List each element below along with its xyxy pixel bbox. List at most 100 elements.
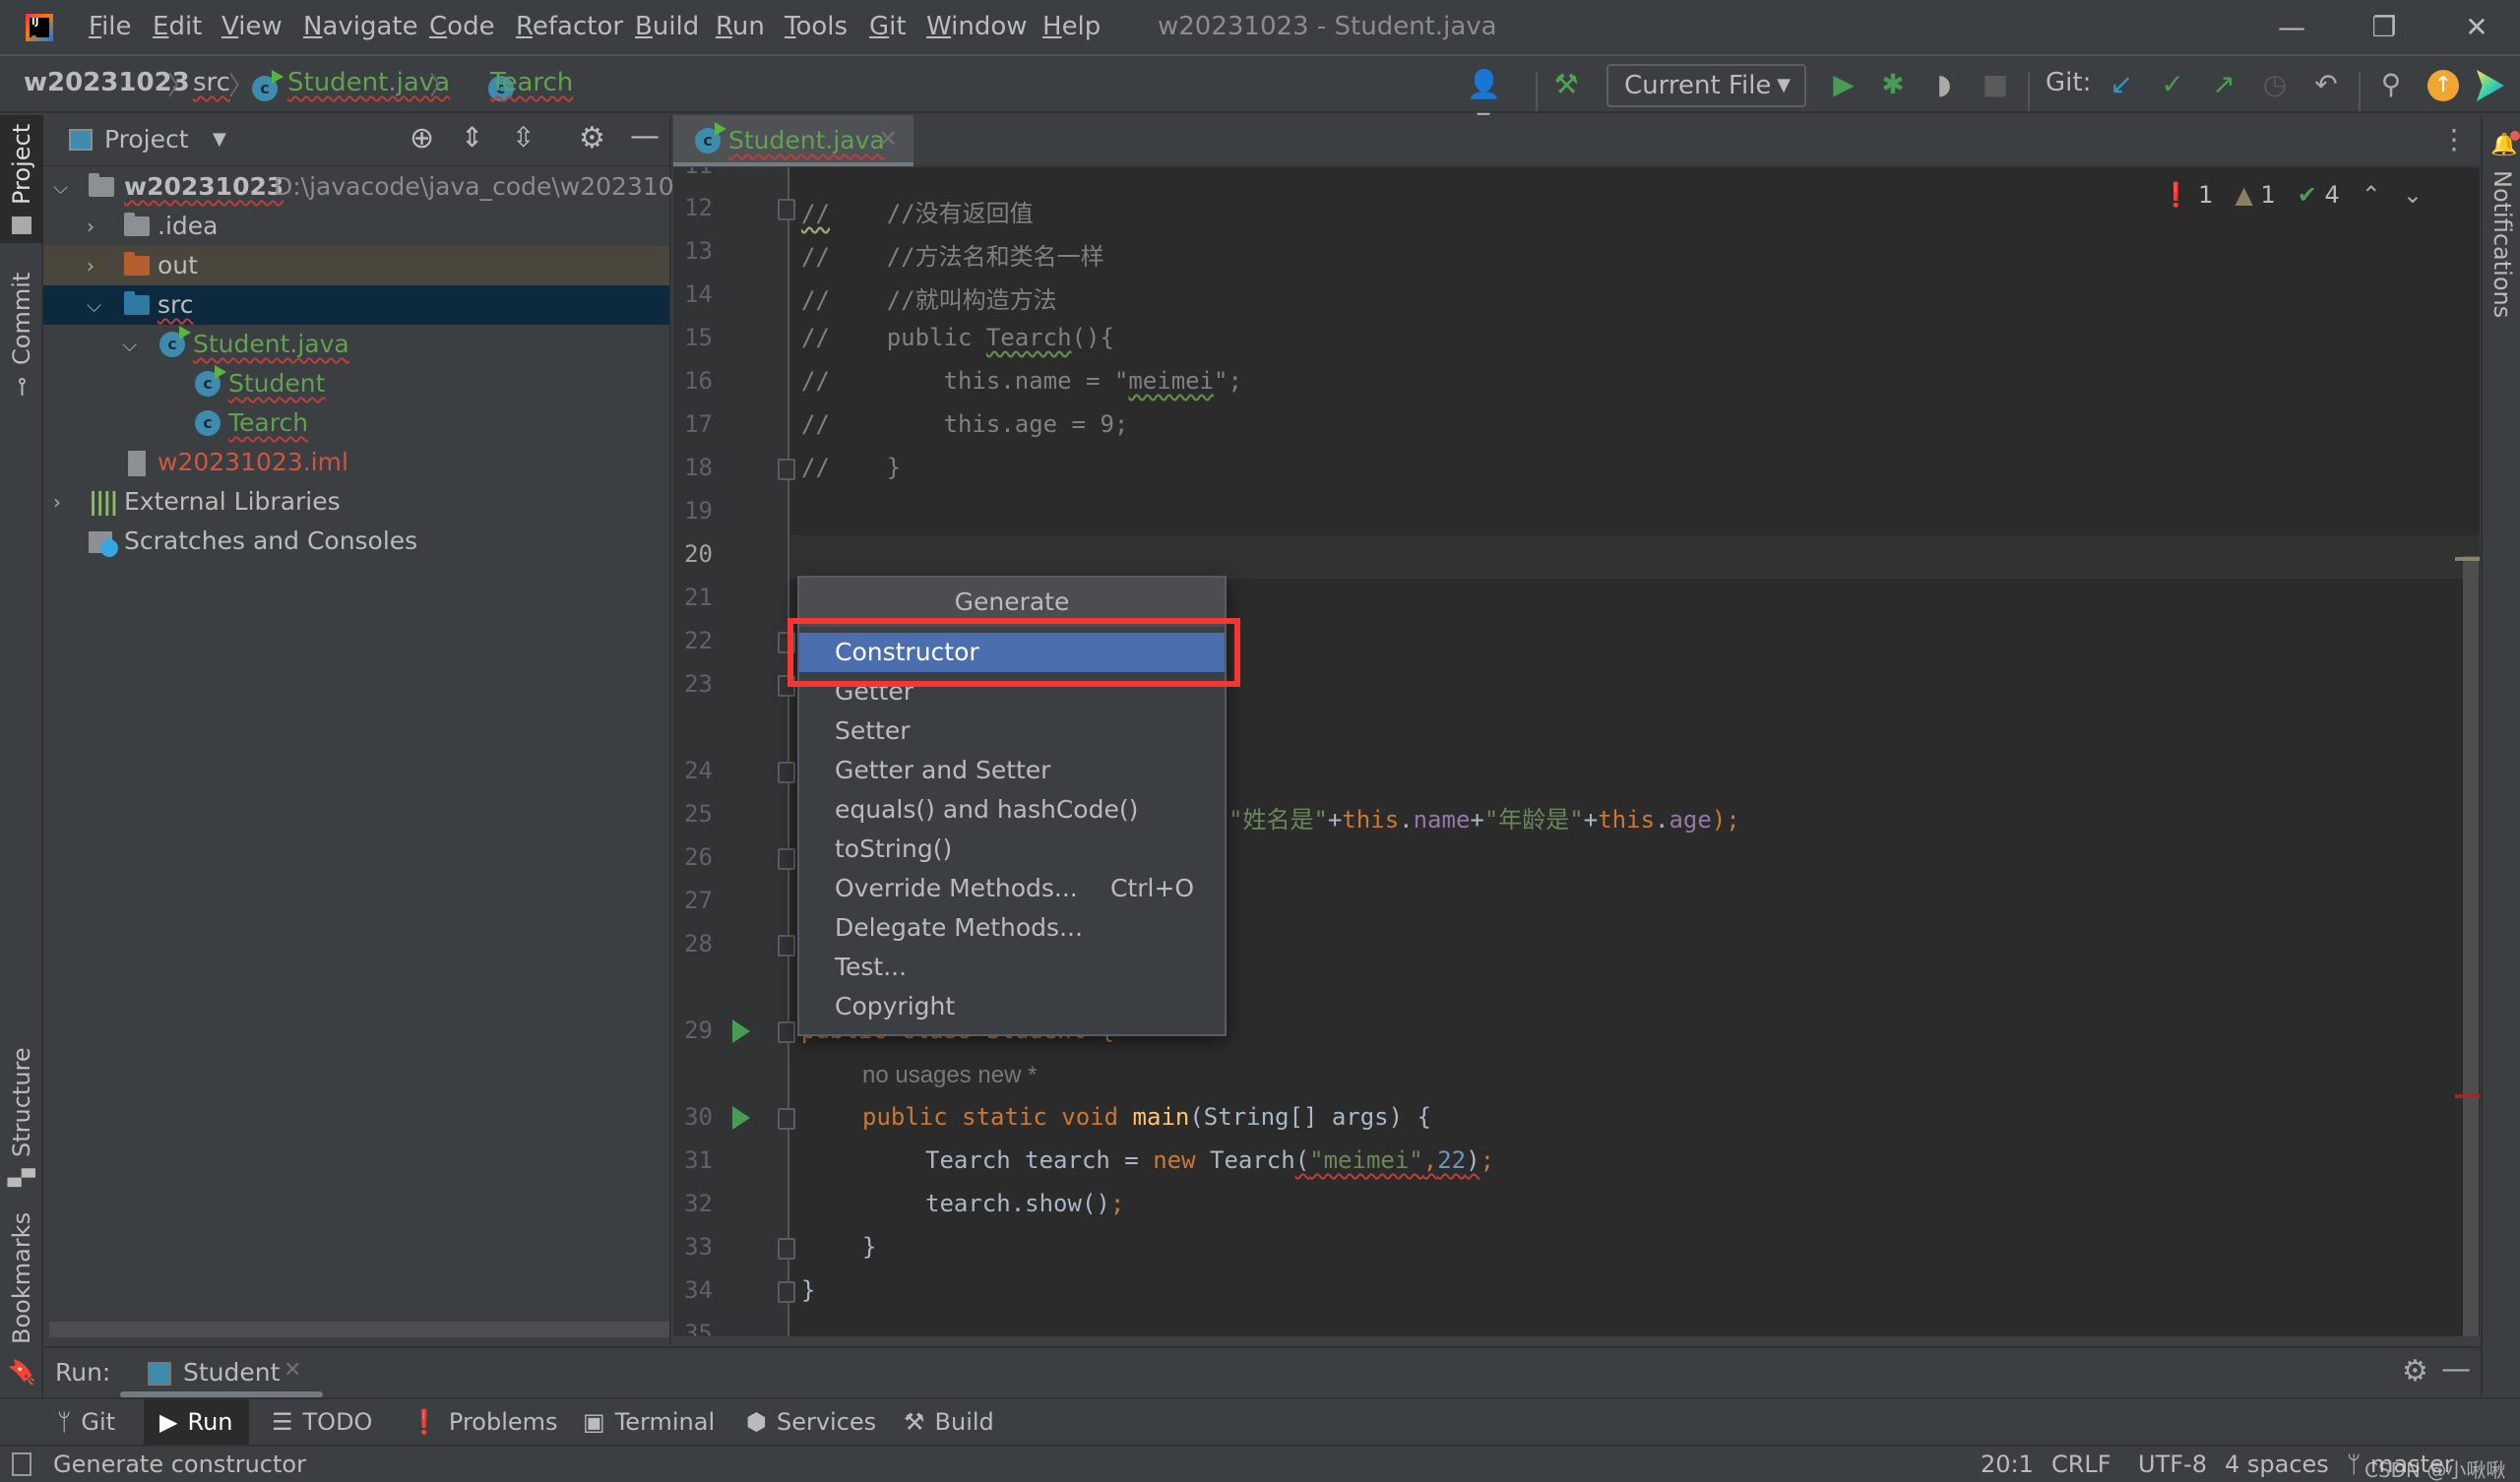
- inspection-widget[interactable]: ❗ 1 ▲ 1 ✔ 4 ⌃ ⌄: [2162, 181, 2423, 209]
- hide-panel-icon[interactable]: —: [2441, 1352, 2471, 1387]
- indent-setting[interactable]: 4 spaces: [2225, 1451, 2329, 1478]
- popup-item-getter-and-setter[interactable]: Getter and Setter: [799, 751, 1225, 790]
- run-class-gutter-icon[interactable]: [732, 1019, 750, 1043]
- fold-marker[interactable]: [778, 1021, 795, 1043]
- restore-button[interactable]: ❐: [2355, 8, 2414, 47]
- error-count[interactable]: ❗ 1: [2162, 181, 2214, 209]
- git-commit-check-icon[interactable]: ✓: [2156, 68, 2189, 101]
- warning-count[interactable]: ▲ 1: [2235, 181, 2275, 209]
- popup-item-copyright[interactable]: Copyright: [799, 987, 1225, 1026]
- file-encoding[interactable]: UTF-8: [2138, 1451, 2207, 1478]
- weak-warning-count[interactable]: ✔ 4: [2298, 181, 2340, 209]
- tree-item-module[interactable]: ⌵ w20231023 D:\javacode\java_code\w20231…: [43, 167, 705, 207]
- more-options-icon[interactable]: ⋮: [2440, 123, 2468, 155]
- breadcrumb-src[interactable]: src: [193, 68, 230, 97]
- run-configuration-select[interactable]: Current File ▼: [1606, 64, 1806, 107]
- breadcrumb-file[interactable]: Student.java: [287, 68, 450, 97]
- menu-code[interactable]: Code: [429, 12, 495, 41]
- popup-item-test[interactable]: Test...: [799, 948, 1225, 987]
- git-history-clock-icon[interactable]: ◷: [2258, 68, 2292, 101]
- tool-tab-project[interactable]: Project: [0, 115, 43, 243]
- next-highlight-icon[interactable]: ⌄: [2403, 181, 2423, 209]
- menu-tools[interactable]: Tools: [785, 12, 848, 41]
- tree-item-tearch-class[interactable]: c Tearch: [43, 403, 669, 443]
- fold-marker[interactable]: [778, 935, 795, 957]
- previous-highlight-icon[interactable]: ⌃: [2362, 181, 2381, 209]
- tree-item-student-class[interactable]: c Student: [43, 364, 669, 403]
- fold-marker[interactable]: [778, 1108, 795, 1130]
- menu-build[interactable]: Build: [635, 12, 699, 41]
- menu-view[interactable]: View: [221, 12, 283, 41]
- vertical-scrollbar[interactable]: [2463, 556, 2479, 1336]
- expand-all-icon[interactable]: ⇕: [461, 121, 483, 154]
- close-button[interactable]: ✕: [2447, 8, 2506, 47]
- run-tab-student[interactable]: Student: [183, 1358, 280, 1387]
- tool-window-todo[interactable]: ☰ TODO: [256, 1399, 388, 1445]
- error-stripe-marker[interactable]: [2455, 1094, 2480, 1098]
- fold-marker[interactable]: [778, 848, 795, 870]
- stop-icon[interactable]: ■: [1979, 68, 2012, 101]
- tree-item-iml[interactable]: w20231023.iml: [43, 443, 669, 482]
- debug-bug-icon[interactable]: ✱: [1876, 68, 1910, 101]
- tool-tab-structure[interactable]: ▚ Structure: [0, 1043, 43, 1191]
- coverage-icon[interactable]: ◗: [1927, 68, 1961, 101]
- tool-tab-commit[interactable]: ⊸ Commit: [0, 266, 43, 403]
- popup-item-tostring[interactable]: toString(): [799, 830, 1225, 869]
- git-push-icon[interactable]: ↗: [2207, 68, 2240, 101]
- toggle-tool-windows-icon[interactable]: [12, 1452, 32, 1476]
- menu-window[interactable]: Window: [926, 12, 1028, 41]
- collapse-all-icon[interactable]: ⇳: [512, 121, 535, 154]
- menu-file[interactable]: File: [89, 12, 132, 41]
- fold-marker[interactable]: [778, 1238, 795, 1260]
- hide-panel-icon[interactable]: —: [630, 119, 660, 154]
- breadcrumb-class[interactable]: Tearch: [490, 68, 573, 97]
- tree-item-student-java[interactable]: ⌵ c Student.java: [43, 325, 669, 364]
- chevron-down-icon[interactable]: ▼: [213, 129, 226, 150]
- menu-edit[interactable]: Edit: [153, 12, 202, 41]
- project-view-title[interactable]: Project: [104, 125, 189, 154]
- popup-item-delegate-methods[interactable]: Delegate Methods...: [799, 908, 1225, 948]
- user-icon[interactable]: 👤▾: [1467, 68, 1501, 134]
- git-rollback-icon[interactable]: ↶: [2309, 68, 2343, 101]
- fold-marker[interactable]: [778, 762, 795, 783]
- update-available-icon[interactable]: ↑: [2427, 70, 2459, 101]
- popup-item-setter[interactable]: Setter: [799, 711, 1225, 751]
- gear-icon[interactable]: ⚙: [2402, 1354, 2428, 1389]
- menu-refactor[interactable]: Refactor: [516, 12, 623, 41]
- tool-tab-bookmarks[interactable]: 🔖 Bookmarks: [0, 1212, 43, 1385]
- horizontal-scrollbar[interactable]: [49, 1322, 669, 1337]
- code-vision-hint[interactable]: no usages new *: [862, 1062, 1037, 1089]
- tool-window-problems[interactable]: ❗ Problems: [394, 1399, 574, 1445]
- tool-window-terminal[interactable]: ▣ Terminal: [567, 1399, 730, 1445]
- tree-item-scratches[interactable]: Scratches and Consoles: [43, 522, 669, 561]
- caret-position[interactable]: 20:1: [1981, 1451, 2034, 1478]
- locate-target-icon[interactable]: ⊕: [410, 121, 434, 155]
- fold-marker[interactable]: [778, 199, 795, 220]
- close-tab-icon[interactable]: ✕: [878, 125, 898, 153]
- tree-item-idea[interactable]: › .idea: [43, 207, 669, 246]
- tree-item-external-libraries[interactable]: › |||| External Libraries: [43, 482, 669, 522]
- line-separator[interactable]: CRLF: [2051, 1451, 2111, 1478]
- run-main-gutter-icon[interactable]: [732, 1106, 750, 1130]
- fold-marker[interactable]: [778, 1281, 795, 1303]
- menu-run[interactable]: Run: [716, 12, 765, 41]
- tree-item-src[interactable]: ⌵ src: [43, 285, 669, 325]
- menu-git[interactable]: Git: [869, 12, 907, 41]
- gear-icon[interactable]: ⚙: [579, 121, 605, 155]
- tool-window-build[interactable]: ⚒ Build: [888, 1399, 1010, 1445]
- tool-window-git[interactable]: ᛘ Git: [41, 1399, 131, 1445]
- tool-tab-notifications[interactable]: Notifications: [2488, 170, 2516, 318]
- editor-tab-student-java[interactable]: c Student.java ✕: [673, 115, 914, 166]
- menu-help[interactable]: Help: [1042, 12, 1101, 41]
- tool-window-services[interactable]: ⬢ Services: [730, 1399, 892, 1445]
- menu-navigate[interactable]: Navigate: [303, 12, 418, 41]
- popup-item-equals-hashcode[interactable]: equals() and hashCode(): [799, 790, 1225, 830]
- minimize-button[interactable]: —: [2262, 8, 2321, 47]
- run-icon[interactable]: ▶: [1827, 68, 1860, 101]
- build-hammer-icon[interactable]: ⚒: [1549, 68, 1583, 101]
- tree-item-out[interactable]: › out: [43, 246, 669, 285]
- tool-window-run[interactable]: ▶ Run: [144, 1399, 249, 1445]
- search-icon[interactable]: ⚲: [2374, 68, 2408, 101]
- breadcrumb-project[interactable]: w20231023: [24, 68, 190, 97]
- fold-marker[interactable]: [778, 459, 795, 480]
